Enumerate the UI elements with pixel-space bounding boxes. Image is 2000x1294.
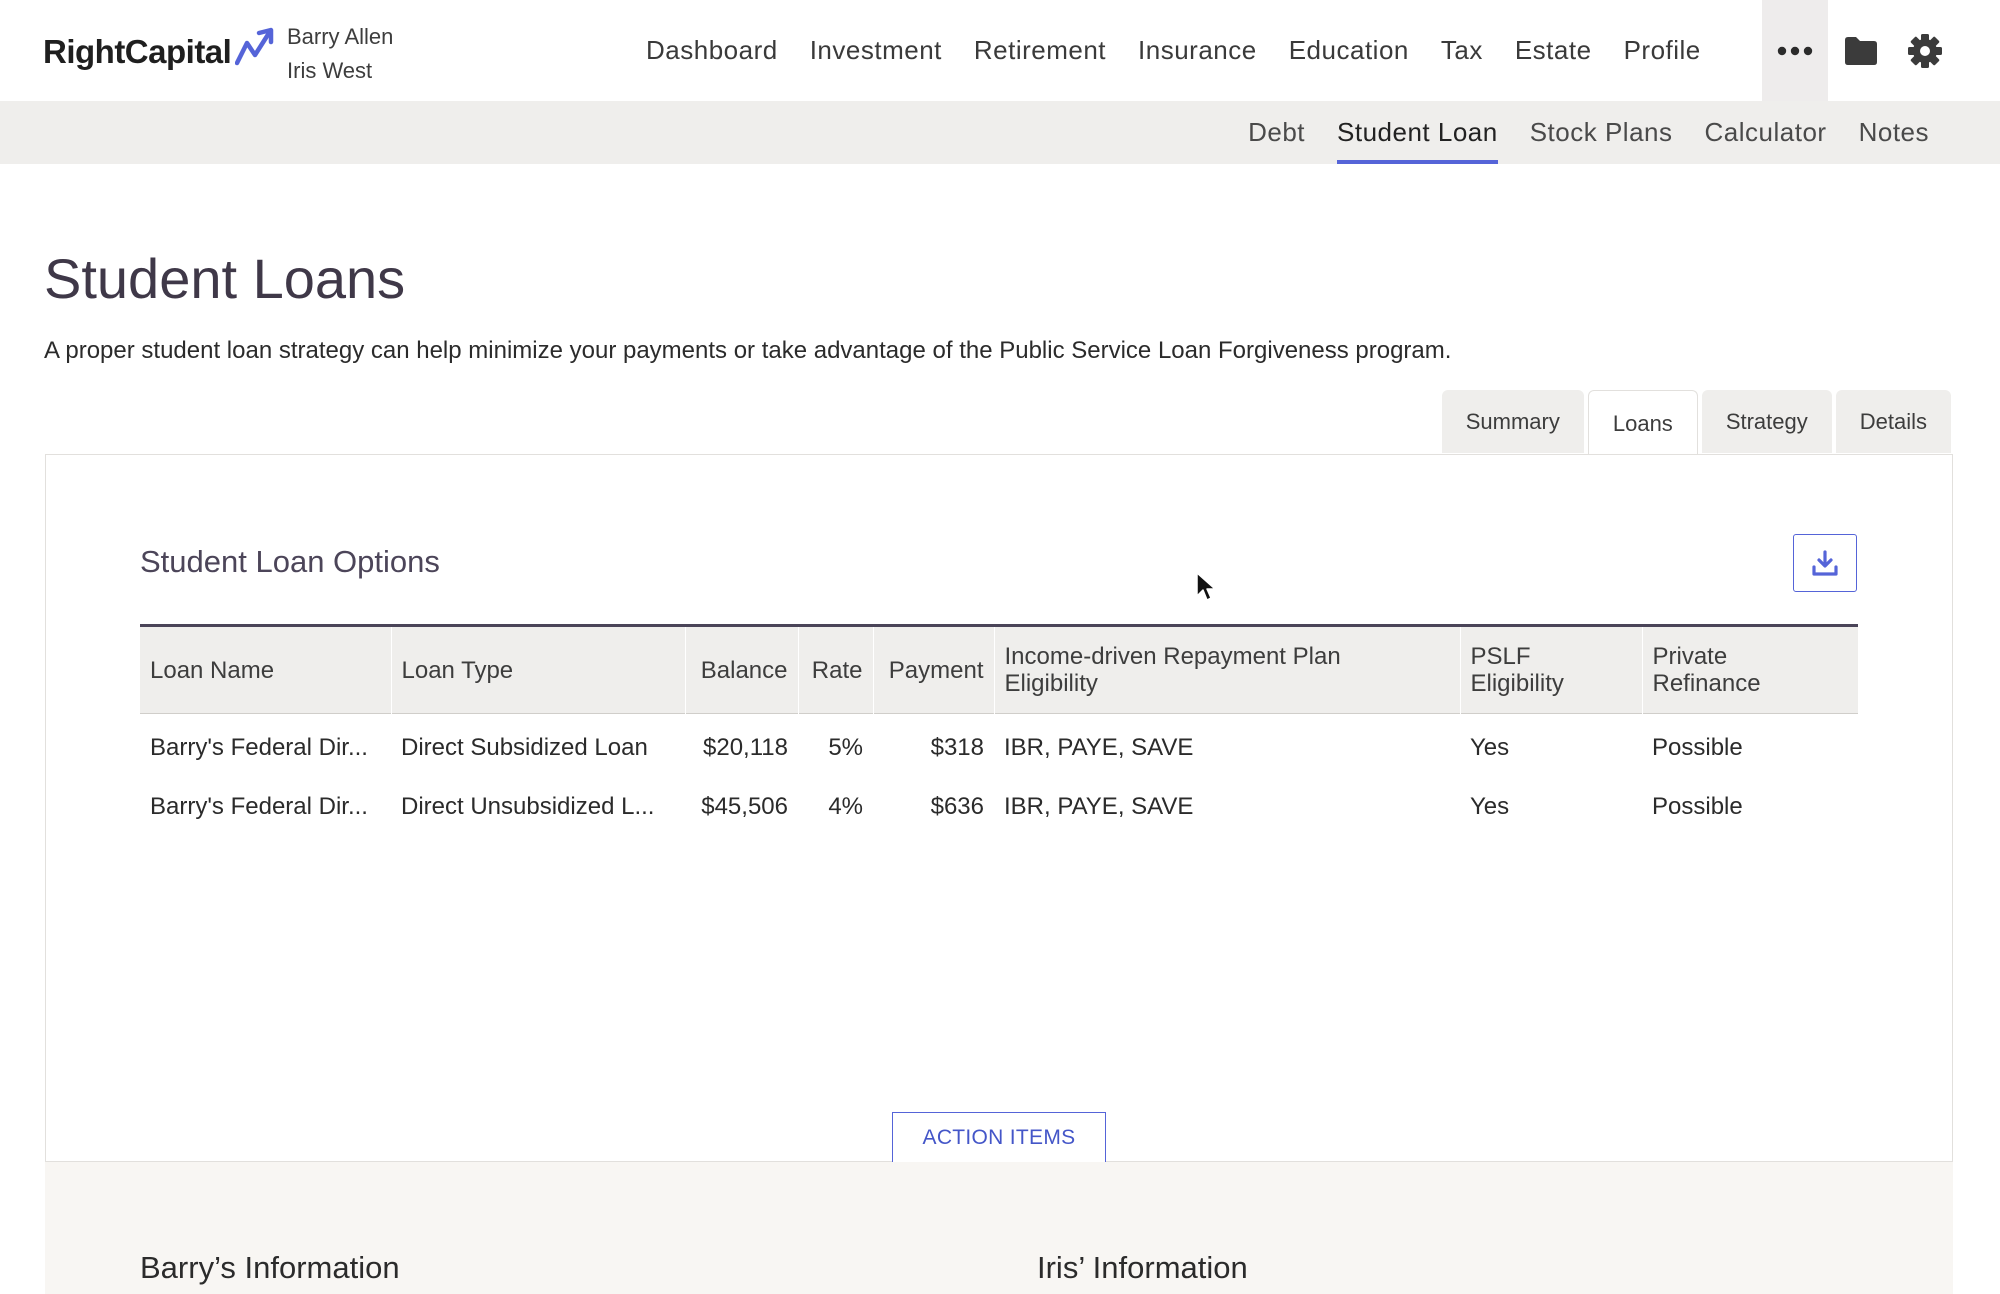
refi-header-line1: Private bbox=[1652, 643, 1728, 670]
tab-strategy[interactable]: Strategy bbox=[1701, 390, 1832, 453]
nav-insurance[interactable]: Insurance bbox=[1122, 35, 1273, 66]
download-button[interactable] bbox=[1793, 534, 1857, 592]
loan-type-cell: Direct Unsubsidized L... bbox=[401, 792, 655, 820]
more-icon bbox=[1777, 46, 1813, 55]
trend-arrow-icon bbox=[235, 27, 274, 66]
column-header-rate[interactable]: Rate bbox=[798, 625, 874, 714]
main-nav: Dashboard Investment Retirement Insuranc… bbox=[630, 0, 1717, 101]
column-header-pslf-eligibility[interactable]: PSLF Eligibility bbox=[1460, 625, 1643, 714]
balance-cell: $20,118 bbox=[703, 733, 788, 761]
settings-button[interactable] bbox=[1902, 28, 1948, 74]
subnav-stock-plans[interactable]: Stock Plans bbox=[1514, 101, 1689, 164]
brand-name: RightCapital bbox=[43, 33, 232, 70]
client-name-spouse: Iris West bbox=[287, 58, 373, 83]
payment-cell: $318 bbox=[930, 733, 984, 761]
idr-eligibility-cell: IBR, PAYE, SAVE bbox=[1004, 792, 1194, 820]
nav-profile[interactable]: Profile bbox=[1608, 35, 1717, 66]
download-icon bbox=[1812, 550, 1838, 576]
tab-loans[interactable]: Loans bbox=[1587, 390, 1698, 456]
page-description: A proper student loan strategy can help … bbox=[44, 337, 1452, 364]
loan-name-cell: Barry's Federal Dir... bbox=[150, 733, 368, 761]
gear-icon bbox=[1908, 34, 1942, 68]
card-title: Student Loan Options bbox=[140, 544, 440, 579]
nav-education[interactable]: Education bbox=[1273, 35, 1425, 66]
sub-nav-bar: Debt Student Loan Stock Plans Calculator… bbox=[0, 101, 2000, 164]
tab-details[interactable]: Details bbox=[1835, 390, 1951, 453]
nav-tax[interactable]: Tax bbox=[1425, 35, 1499, 66]
nav-investment[interactable]: Investment bbox=[794, 35, 958, 66]
column-header-payment[interactable]: Payment bbox=[873, 625, 995, 714]
idr-eligibility-cell: IBR, PAYE, SAVE bbox=[1004, 733, 1194, 761]
subnav-calculator[interactable]: Calculator bbox=[1689, 101, 1843, 164]
tab-summary[interactable]: Summary bbox=[1441, 390, 1584, 453]
client-names: Barry Allen Iris West bbox=[287, 20, 393, 88]
idr-header-line1: Income-driven Repayment Plan bbox=[1004, 643, 1341, 670]
payment-cell: $636 bbox=[930, 792, 984, 820]
loan-type-cell: Direct Subsidized Loan bbox=[401, 733, 648, 761]
rate-cell: 5% bbox=[828, 733, 863, 761]
private-refinance-cell: Possible bbox=[1652, 792, 1743, 820]
column-header-loan-type[interactable]: Loan Type bbox=[391, 625, 686, 714]
view-tabs: Summary Loans Strategy Details bbox=[1441, 390, 1951, 456]
loans-table: Loan Name Loan Type Balance Rate Payment… bbox=[140, 624, 1858, 836]
iris-information-title: Iris’ Information bbox=[1037, 1250, 1248, 1285]
client-name-primary: Barry Allen bbox=[287, 24, 394, 49]
nav-estate[interactable]: Estate bbox=[1499, 35, 1608, 66]
more-menu-button[interactable] bbox=[1762, 0, 1828, 101]
column-header-idr-eligibility[interactable]: Income-driven Repayment Plan Eligibility bbox=[994, 625, 1461, 714]
subnav-debt[interactable]: Debt bbox=[1232, 101, 1321, 164]
column-header-loan-name[interactable]: Loan Name bbox=[140, 625, 392, 714]
top-bar: RightCapital Barry Allen Iris West Dashb… bbox=[0, 0, 2000, 101]
refi-header-line2: Refinance bbox=[1652, 670, 1761, 697]
pslf-eligibility-cell: Yes bbox=[1470, 733, 1510, 761]
vault-button[interactable] bbox=[1838, 28, 1884, 74]
loan-name-cell: Barry's Federal Dir... bbox=[150, 792, 368, 820]
page-title: Student Loans bbox=[44, 247, 406, 310]
table-row[interactable]: Barry's Federal Dir... Direct Unsubsidiz… bbox=[140, 777, 1858, 836]
balance-cell: $45,506 bbox=[701, 792, 788, 820]
barry-information-title: Barry’s Information bbox=[140, 1250, 400, 1285]
table-header-row: Loan Name Loan Type Balance Rate Payment… bbox=[140, 625, 1858, 714]
table-row[interactable]: Barry's Federal Dir... Direct Subsidized… bbox=[140, 714, 1858, 778]
pslf-header-line2: Eligibility bbox=[1470, 670, 1564, 697]
folder-icon bbox=[1845, 37, 1877, 65]
column-header-balance[interactable]: Balance bbox=[685, 625, 799, 714]
idr-header-line2: Eligibility bbox=[1004, 670, 1098, 697]
nav-retirement[interactable]: Retirement bbox=[958, 35, 1122, 66]
pslf-eligibility-cell: Yes bbox=[1470, 792, 1510, 820]
subnav-student-loan[interactable]: Student Loan bbox=[1321, 101, 1514, 164]
subnav-notes[interactable]: Notes bbox=[1843, 101, 1945, 164]
mouse-cursor-icon bbox=[1196, 572, 1216, 601]
action-items-button[interactable]: ACTION ITEMS bbox=[892, 1112, 1106, 1162]
private-refinance-cell: Possible bbox=[1652, 733, 1743, 761]
brand-logo[interactable]: RightCapital bbox=[43, 27, 277, 76]
pslf-header-line1: PSLF bbox=[1470, 643, 1531, 670]
rate-cell: 4% bbox=[828, 792, 863, 820]
nav-dashboard[interactable]: Dashboard bbox=[630, 35, 794, 66]
column-header-private-refinance[interactable]: Private Refinance bbox=[1642, 626, 1858, 714]
sub-nav: Debt Student Loan Stock Plans Calculator… bbox=[1232, 101, 1945, 164]
